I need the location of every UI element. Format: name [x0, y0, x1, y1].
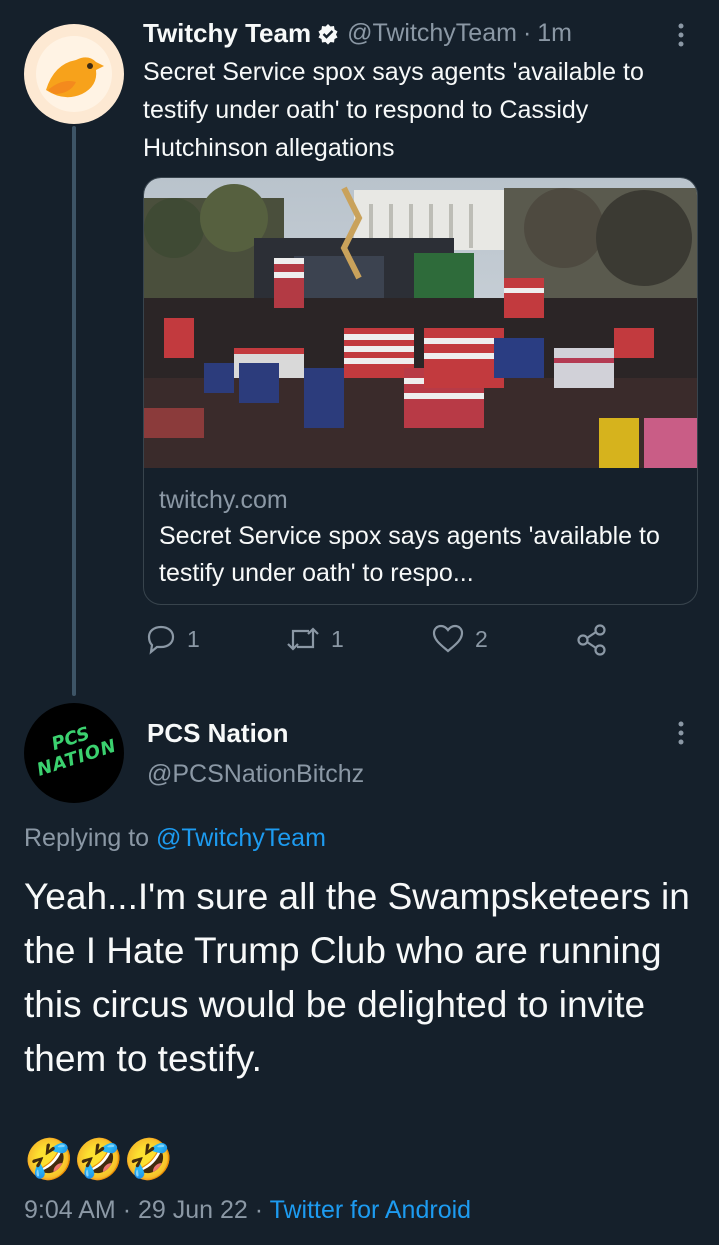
like-action[interactable]: 2 — [431, 623, 488, 655]
avatar-logo-text: PCS NATION — [34, 723, 120, 781]
reply-emojis: 🤣🤣🤣 — [24, 1137, 174, 1183]
author-name[interactable]: Twitchy Team — [143, 18, 311, 49]
share-icon — [577, 624, 606, 656]
share-action[interactable] — [576, 623, 608, 657]
heart-icon — [432, 624, 464, 653]
tweet-text: Secret Service spox says agents 'availab… — [143, 58, 644, 162]
rally-crowd-photo — [144, 178, 697, 468]
author-handle[interactable]: @TwitchyTeam — [347, 19, 517, 48]
reply-date: 29 Jun 22 — [137, 1196, 248, 1224]
verified-badge-icon — [317, 23, 339, 45]
header-separator: · — [522, 19, 532, 47]
retweet-action[interactable]: 1 — [285, 623, 344, 655]
reply-author-handle[interactable]: @PCSNationBitchz — [147, 760, 364, 789]
reply-client[interactable]: Twitter for Android — [270, 1196, 471, 1224]
replying-to-label: Replying to — [24, 824, 150, 852]
retweet-count: 1 — [331, 625, 344, 652]
thread-connector-line — [72, 126, 76, 696]
reply-more-icon[interactable] — [676, 720, 686, 751]
like-count: 2 — [475, 625, 488, 652]
reply-count: 1 — [187, 625, 200, 652]
reply-time: 9:04 AM — [24, 1196, 116, 1224]
tweet-time[interactable]: 1m — [537, 19, 572, 48]
tweet-more-icon[interactable] — [676, 22, 686, 53]
tweet-header: Twitchy Team @TwitchyTeam · 1m — [143, 18, 572, 49]
reply-text: Yeah...I'm sure all the Swampsketeers in… — [24, 876, 690, 1079]
card-title: Secret Service spox says agents 'availab… — [159, 522, 660, 587]
pcs-nation-avatar[interactable]: PCS NATION — [24, 703, 124, 803]
twitchy-avatar[interactable] — [24, 24, 124, 124]
replying-to-handle[interactable]: @TwitchyTeam — [156, 824, 326, 852]
link-card[interactable]: twitchy.com Secret Service spox says age… — [143, 177, 698, 605]
retweet-icon — [287, 627, 319, 651]
reply-meta: 9:04 AM · 29 Jun 22 · Twitter for Androi… — [24, 1196, 472, 1224]
reply-author-name[interactable]: PCS Nation — [147, 718, 289, 749]
reply-icon — [147, 625, 175, 655]
card-domain: twitchy.com — [159, 486, 288, 514]
bird-logo-icon — [28, 28, 120, 120]
reply-action[interactable]: 1 — [145, 623, 200, 655]
replying-to-line: Replying to @TwitchyTeam — [24, 824, 326, 853]
